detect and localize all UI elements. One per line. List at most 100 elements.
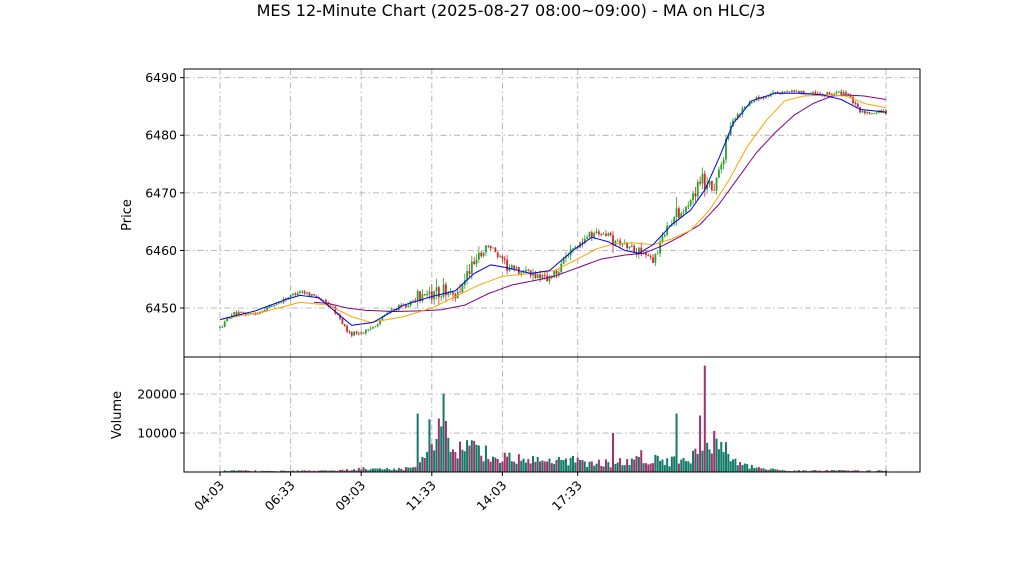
candle-body [699, 181, 701, 184]
candle-body [306, 292, 308, 294]
candle-body [663, 234, 666, 237]
volume-bar [496, 458, 499, 472]
volume-bar [746, 464, 749, 472]
volume-bar [461, 449, 464, 472]
volume-bar [574, 462, 577, 472]
candle-body [692, 193, 694, 201]
volume-bar [739, 462, 742, 472]
candle-body [849, 95, 852, 98]
candle-body [299, 291, 301, 294]
candle-body [593, 233, 596, 237]
price-y-tick-label: 6480 [145, 128, 177, 143]
volume-bar [539, 461, 542, 472]
candle-body [459, 291, 461, 293]
candle-body [437, 287, 440, 298]
volume-bar [534, 461, 537, 472]
candle-body [696, 181, 699, 197]
candle-body [861, 110, 864, 113]
volume-bar [451, 449, 454, 472]
candle-body [407, 305, 410, 308]
candle-body [652, 257, 654, 263]
candle-body [710, 181, 713, 191]
volume-bar [699, 415, 702, 472]
price-axis-label: Price [120, 199, 135, 231]
candle-body [343, 324, 346, 326]
candle-body [367, 329, 370, 331]
volume-bar [444, 420, 447, 472]
candle-body [303, 291, 306, 294]
volume-bar [656, 455, 659, 472]
volume-bar [694, 448, 697, 472]
candle-body [649, 256, 652, 258]
volume-bar [475, 444, 478, 472]
candle-body [477, 252, 480, 260]
volume-bar [727, 453, 730, 472]
candle-body [600, 234, 603, 235]
candle-body [572, 248, 574, 250]
volume-bar [696, 453, 699, 472]
volume-bar [397, 467, 400, 472]
volume-bar [684, 461, 687, 472]
candle-body [786, 91, 789, 93]
candle-body [852, 97, 854, 104]
volume-bar [635, 455, 638, 472]
candle-body [435, 287, 438, 292]
volume-bar [647, 464, 650, 472]
candle-body [308, 292, 311, 296]
volume-bar [449, 451, 452, 472]
volume-bar [520, 460, 523, 472]
candle-body [828, 92, 831, 95]
volume-bar [560, 459, 563, 472]
candle-body [515, 267, 518, 269]
volume-bar [621, 465, 624, 472]
candle-body [525, 269, 527, 272]
volume-bar [562, 460, 565, 472]
volume-bar [548, 458, 551, 472]
volume-bar [644, 463, 647, 472]
candle-body [426, 293, 428, 296]
candle-body [548, 275, 551, 281]
candle-body [485, 245, 487, 253]
candle-body [675, 208, 678, 218]
candle-body [842, 91, 845, 95]
volume-bar [442, 393, 445, 472]
candle-body [605, 233, 607, 236]
volume-bar [430, 444, 433, 472]
volume-bar [362, 467, 365, 472]
volume-bar [701, 450, 704, 472]
volume-bar [724, 442, 727, 472]
candle-body [590, 232, 593, 237]
volume-bar [743, 463, 746, 472]
candle-body [233, 312, 236, 315]
candle-body [374, 326, 377, 328]
candle-body [633, 245, 636, 253]
volume-bar [616, 462, 619, 472]
x-tick-label: 06:33 [262, 478, 298, 514]
candle-body [346, 325, 348, 332]
candle-body [718, 169, 720, 178]
volume-bar [750, 464, 753, 472]
candle-body [873, 113, 876, 114]
candle-body [788, 91, 791, 93]
volume-bar [517, 454, 520, 472]
volume-y-tick-label: 20000 [137, 387, 177, 402]
candle-body [845, 91, 847, 94]
volume-bar [419, 462, 422, 472]
volume-bar [590, 461, 593, 472]
candle-body [539, 274, 541, 279]
volume-bar [666, 458, 669, 472]
candle-body [703, 173, 706, 190]
volume-bar [463, 451, 466, 472]
candle-body [447, 293, 450, 296]
volume-bar [550, 463, 553, 472]
candle-body [586, 237, 589, 239]
candle-body [412, 300, 414, 302]
volume-bar [720, 441, 723, 472]
candle-body [440, 296, 443, 298]
volume-bar [581, 459, 584, 472]
candle-body [555, 270, 558, 274]
price-y-tick-label: 6460 [145, 243, 177, 258]
volume-bar [572, 456, 575, 472]
candle-body [616, 240, 619, 242]
volume-bar [524, 462, 527, 472]
